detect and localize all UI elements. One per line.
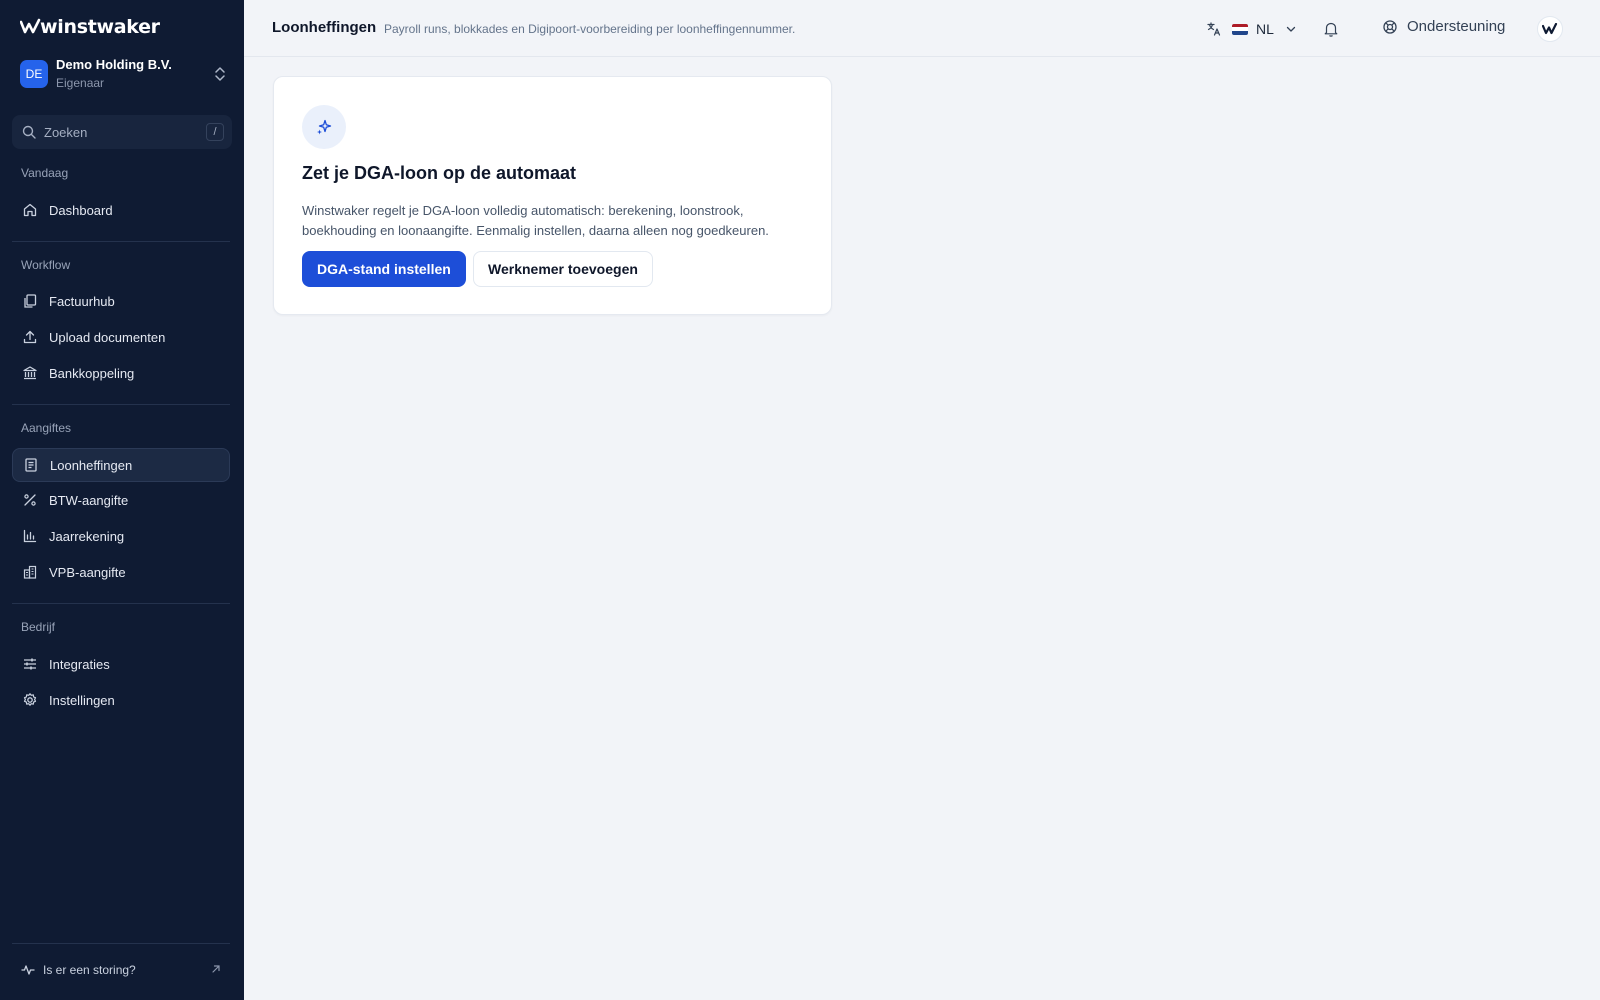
language-code: NL [1256,21,1274,37]
percent-icon [22,492,38,508]
sidebar: winstwaker DE Demo Holding B.V. Eigenaar… [0,0,244,1000]
search-shortcut: / [206,123,224,141]
card-description: Winstwaker regelt je DGA-loon volledig a… [302,203,769,238]
building-icon [22,564,38,580]
sidebar-item-label: Integraties [49,656,110,672]
page-subtitle: Payroll runs, blokkades en Digipoort-voo… [384,22,796,36]
receipt-icon [23,457,39,473]
sidebar-item-vpb-aangifte[interactable]: VPB-aangifte [12,555,230,589]
sidebar-item-jaarrekening[interactable]: Jaarrekening [12,519,230,553]
dga-onboarding-card: Zet je DGA-loon op de automaat Winstwake… [273,76,832,315]
add-employee-button[interactable]: Werknemer toevoegen [473,251,653,287]
sidebar-item-label: BTW-aangifte [49,492,129,508]
org-switcher[interactable]: DE Demo Holding B.V. Eigenaar [20,57,228,90]
bar-chart-icon [22,528,38,544]
topbar: Loonheffingen Payroll runs, blokkades en… [244,0,1600,57]
winstwaker-mark-icon [1542,23,1558,35]
sidebar-item-loonheffingen[interactable]: Loonheffingen [12,448,230,482]
sidebar-item-label: Loonheffingen [50,457,133,473]
sidebar-divider [12,241,230,242]
gear-icon [22,692,38,708]
bell-icon[interactable] [1322,20,1340,38]
sidebar-item-upload[interactable]: Upload documenten [12,320,230,354]
documents-icon [22,293,38,309]
sidebar-item-label: Upload documenten [49,329,166,345]
translate-icon [1207,22,1221,36]
sidebar-item-factuurhub[interactable]: Factuurhub [12,284,230,318]
org-name: Demo Holding B.V. [56,57,172,72]
page-title: Loonheffingen [272,19,377,36]
section-label-bedrijf: Bedrijf [21,620,56,634]
sidebar-item-btw-aangifte[interactable]: BTW-aangifte [12,483,230,517]
chevron-down-icon [1286,26,1296,32]
sparkles-icon [302,105,346,149]
upload-icon [22,329,38,345]
external-link-icon [212,965,220,973]
sidebar-item-instellingen[interactable]: Instellingen [12,683,230,717]
logo[interactable]: winstwaker [20,16,160,38]
logo-text: winstwaker [40,16,160,38]
section-label-vandaag: Vandaag [21,166,69,180]
search-icon [22,125,36,139]
support-label: Ondersteuning [1407,18,1506,35]
language-switcher[interactable]: NL [1206,18,1297,40]
flag-nl-icon [1232,23,1248,35]
bank-icon [22,365,38,381]
user-avatar[interactable] [1537,16,1563,42]
sidebar-item-label: Instellingen [49,692,115,708]
lifebuoy-icon [1383,19,1397,34]
search-placeholder: Zoeken [44,124,88,140]
sidebar-divider [12,603,230,604]
sidebar-item-label: Factuurhub [49,293,115,309]
status-link-label: Is er een storing? [43,963,136,977]
section-label-workflow: Workflow [21,258,71,272]
sidebar-item-label: Bankkoppeling [49,365,135,381]
sidebar-item-label: Jaarrekening [49,528,125,544]
org-role: Eigenaar [56,76,105,90]
sidebar-item-integraties[interactable]: Integraties [12,647,230,681]
dga-setup-button[interactable]: DGA-stand instellen [302,251,466,287]
sidebar-item-label: Dashboard [49,202,113,218]
activity-icon [21,965,35,975]
sidebar-item-dashboard[interactable]: Dashboard [12,193,230,227]
sidebar-item-bankkoppeling[interactable]: Bankkoppeling [12,356,230,390]
org-avatar: DE [20,60,48,88]
section-label-aangiftes: Aangiftes [21,421,72,435]
support-button[interactable]: Ondersteuning [1382,18,1505,35]
sidebar-item-label: VPB-aangifte [49,564,126,580]
search-input[interactable]: Zoeken / [12,115,232,149]
winstwaker-mark-icon [20,18,41,34]
sidebar-divider [12,943,230,944]
status-link[interactable]: Is er een storing? [12,955,230,985]
sidebar-divider [12,404,230,405]
card-title: Zet je DGA-loon op de automaat [302,163,577,183]
chevron-up-down-icon [215,67,225,81]
sliders-icon [22,656,38,672]
home-icon [22,202,38,218]
